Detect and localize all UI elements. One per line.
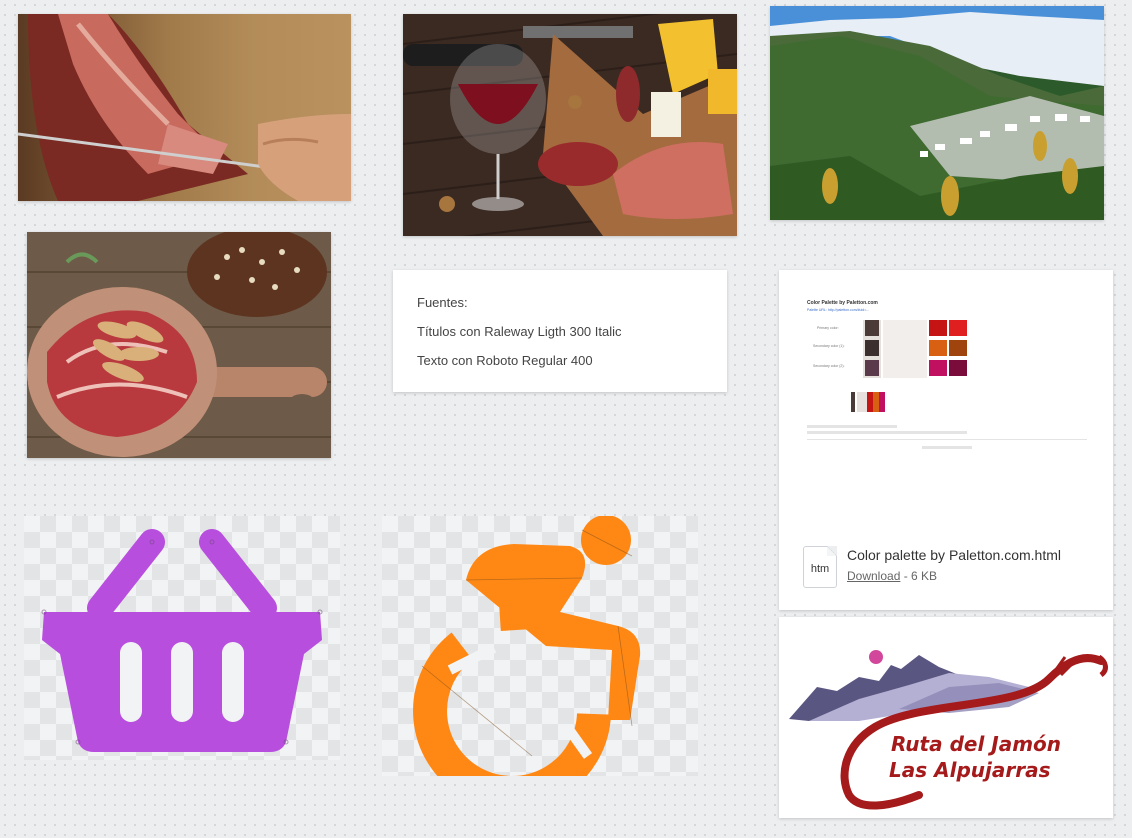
palette-preview-thumbnail[interactable]: Color Palette by Paletton.com Palette UR…: [807, 300, 1087, 460]
download-link[interactable]: Download: [847, 569, 900, 583]
file-name: Color palette by Paletton.com.html: [847, 547, 1061, 563]
wine-cheese-ham-board-photo[interactable]: [403, 14, 737, 236]
fonts-heading: Fuentes:: [417, 295, 468, 310]
palette-row-label: Secondary color (2):: [813, 364, 845, 368]
palette-row-label: Secondary color (1):: [813, 344, 845, 348]
wheelchair-accessibility-icon[interactable]: [382, 516, 698, 776]
logo-line1: Ruta del Jamón: [891, 732, 1061, 756]
file-meta: Download - 6 KB: [847, 569, 937, 583]
shopping-basket-icon[interactable]: [24, 516, 340, 760]
file-attachment-card[interactable]: Color Palette by Paletton.com Palette UR…: [779, 270, 1113, 610]
ruta-del-jamon-logo[interactable]: Ruta del Jamón Las Alpujarras: [779, 617, 1113, 818]
html-file-icon: htm: [803, 546, 837, 588]
ham-slicing-photo[interactable]: [18, 14, 351, 201]
palette-preview-title: Color Palette by Paletton.com: [807, 300, 878, 306]
alpujarra-mountain-village-photo[interactable]: [770, 6, 1104, 220]
fonts-body-line: Texto con Roboto Regular 400: [417, 353, 593, 368]
fonts-titles-line: Títulos con Raleway Ligth 300 Italic: [417, 324, 622, 339]
logo-line2: Las Alpujarras: [889, 758, 1051, 782]
fonts-note-card[interactable]: Fuentes: Títulos con Raleway Ligth 300 I…: [393, 270, 727, 392]
file-extension-label: htm: [810, 563, 830, 575]
palette-preview-link: Palette URL: http://paletton.com/#uid=..…: [807, 308, 870, 312]
file-size: - 6 KB: [903, 569, 938, 583]
ham-board-with-bread-photo[interactable]: [27, 232, 331, 458]
palette-row-label: Primary color:: [817, 326, 839, 330]
